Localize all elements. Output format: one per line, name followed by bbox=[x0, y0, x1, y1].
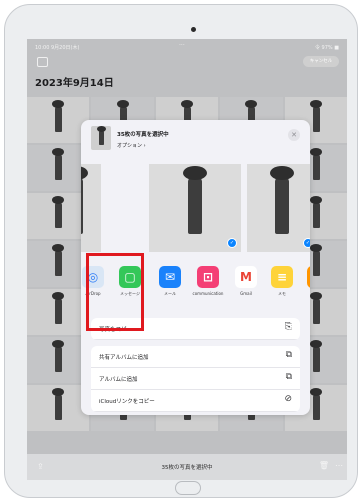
photo-subject bbox=[52, 148, 65, 180]
lecture-icon: ⊡ bbox=[202, 270, 214, 284]
app-gmail[interactable]: M bbox=[235, 266, 257, 288]
action-icon: ⧉ bbox=[285, 350, 292, 360]
photo-subject bbox=[309, 340, 322, 372]
ipad-frame: 10:00 9月20日(木) ··· 令 97% ■ キャンセル 2023年9月… bbox=[4, 4, 358, 498]
photo-subject bbox=[309, 148, 322, 180]
photos-header: キャンセル 2023年9月14日 bbox=[27, 53, 347, 99]
preview-photo[interactable] bbox=[81, 164, 101, 252]
options-button[interactable]: オプション › bbox=[117, 142, 146, 149]
action-icon: ⊘ bbox=[284, 394, 292, 404]
status-bar: 10:00 9月20日(木) ··· 令 97% ■ bbox=[27, 39, 347, 53]
app-label: communication bbox=[192, 291, 224, 296]
action-row[interactable]: 共有アルバムに追加 ⧉ bbox=[91, 346, 300, 368]
share-actions: 写真をコピー ⎘ 共有アルバムに追加 ⧉ アルバムに追加 ⧉ iCloudリンクをコピー ⊘ bbox=[91, 318, 300, 412]
trash-icon[interactable]: 🗑 bbox=[319, 461, 329, 470]
app-label: メモ bbox=[278, 291, 286, 296]
preview-photo[interactable]: ✓ bbox=[247, 164, 310, 252]
preview-photo[interactable]: ✓ bbox=[149, 164, 241, 252]
selected-check-icon: ✓ bbox=[303, 238, 310, 248]
partial-app-icon bbox=[307, 266, 310, 288]
home-button[interactable] bbox=[175, 481, 201, 495]
notes-icon: ≡ bbox=[276, 270, 288, 284]
app-label: メール bbox=[164, 291, 176, 296]
app-notes[interactable]: ≡ bbox=[271, 266, 293, 288]
app-partial-app[interactable] bbox=[307, 266, 310, 288]
page-title: 2023年9月14日 bbox=[35, 78, 114, 89]
gmail-icon: M bbox=[240, 270, 252, 284]
photos-screen: 10:00 9月20日(木) ··· 令 97% ■ キャンセル 2023年9月… bbox=[27, 39, 347, 480]
photo-subject bbox=[309, 196, 322, 228]
action-row[interactable]: アルバムに追加 ⧉ bbox=[91, 368, 300, 390]
more-icon[interactable]: ⋯ bbox=[335, 461, 343, 470]
selection-thumbnail bbox=[91, 126, 111, 150]
sidebar-toggle-icon[interactable] bbox=[37, 57, 48, 67]
photo-subject bbox=[52, 244, 65, 276]
photo-subject bbox=[52, 388, 65, 420]
multitask-dots[interactable]: ··· bbox=[179, 42, 185, 49]
photo-subject bbox=[309, 100, 322, 132]
close-button[interactable]: ✕ bbox=[288, 129, 300, 141]
action-label: iCloudリンクをコピー bbox=[99, 399, 155, 405]
bottom-toolbar: ⇪ 35枚の写真を選択中 🗑 ⋯ bbox=[27, 454, 347, 480]
front-camera bbox=[191, 27, 196, 32]
photo-subject bbox=[52, 100, 65, 132]
mail-icon: ✉ bbox=[164, 270, 176, 284]
action-label: 共有アルバムに追加 bbox=[99, 355, 149, 361]
highlight-box bbox=[86, 253, 144, 331]
share-sheet-title: 35枚の写真を選択中 bbox=[117, 132, 169, 138]
action-row[interactable]: iCloudリンクをコピー ⊘ bbox=[91, 390, 300, 412]
action-icon: ⎘ bbox=[284, 322, 292, 332]
photo-preview-strip[interactable]: ✓ ✓ bbox=[81, 164, 310, 254]
app-label: Gmail bbox=[240, 291, 252, 296]
app-mail[interactable]: ✉ bbox=[159, 266, 181, 288]
selection-count: 35枚の写真を選択中 bbox=[161, 465, 213, 471]
app-lecture[interactable]: ⊡ bbox=[197, 266, 219, 288]
action-icon: ⧉ bbox=[285, 372, 292, 382]
battery-indicator: 令 97% ■ bbox=[314, 45, 339, 51]
photo-subject bbox=[52, 196, 65, 228]
photo-subject bbox=[309, 244, 322, 276]
status-time: 10:00 9月20日(木) bbox=[35, 45, 80, 51]
photo-subject bbox=[52, 340, 65, 372]
action-label: アルバムに追加 bbox=[99, 377, 138, 383]
photo-subject bbox=[309, 388, 322, 420]
photo-subject bbox=[52, 292, 65, 324]
cancel-button[interactable]: キャンセル bbox=[303, 56, 339, 67]
selected-check-icon: ✓ bbox=[227, 238, 237, 248]
photo-subject bbox=[309, 292, 322, 324]
